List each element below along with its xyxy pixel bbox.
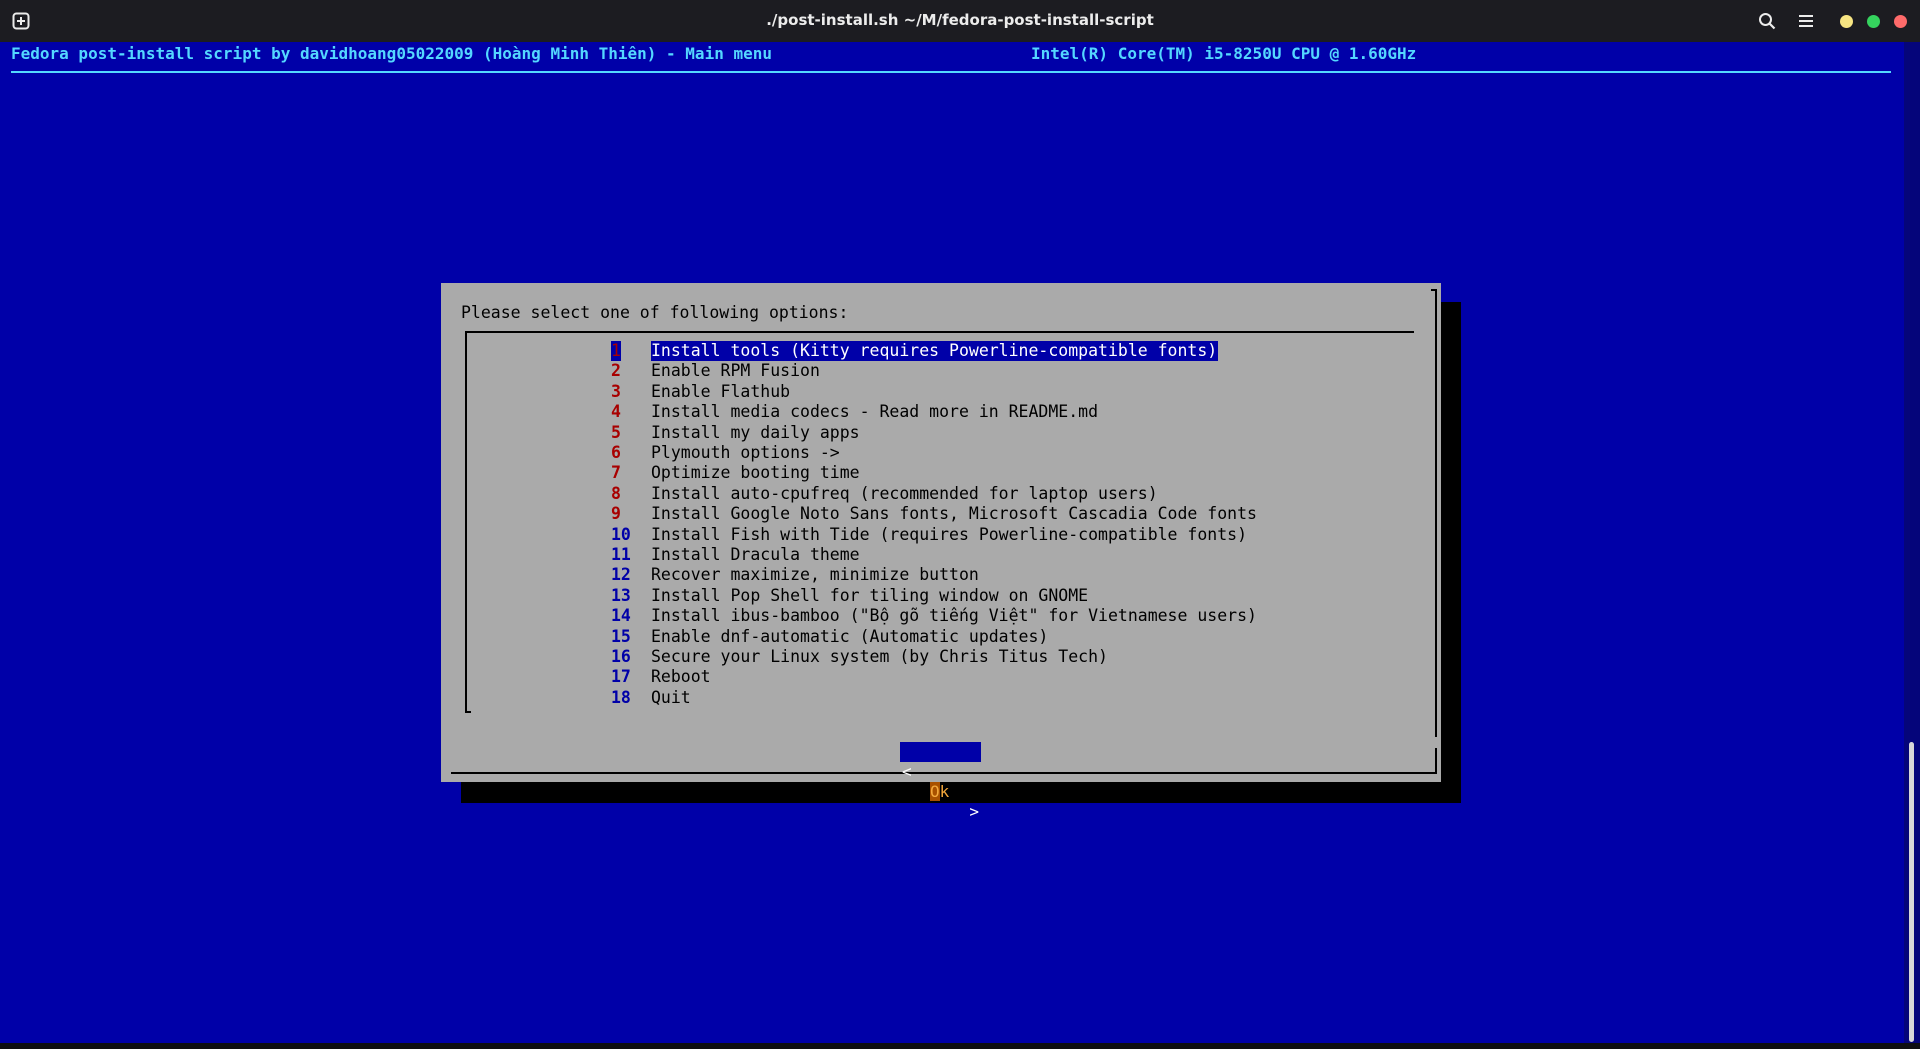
menu-item-number: 7	[611, 463, 621, 483]
menu-box-corner	[465, 711, 471, 713]
menu-item-label: Install my daily apps	[651, 422, 860, 442]
menu-item-number: 16	[611, 647, 631, 666]
ok-label-rest: k	[939, 782, 950, 801]
maximize-button[interactable]	[1867, 15, 1880, 28]
menu-item-label: Install ibus-bamboo ("Bộ gõ tiếng Việt" …	[651, 606, 1257, 626]
menu-item-number: 8	[611, 483, 621, 503]
dialog-border-right	[1435, 289, 1437, 737]
ok-label: Ok	[930, 782, 949, 802]
menu-item-label: Recover maximize, minimize button	[651, 565, 979, 585]
menu-item-number: 10	[611, 524, 631, 544]
menu-item-label: Install media codecs - Read more in READ…	[651, 402, 1099, 422]
backtitle-rule	[11, 71, 1891, 73]
backtitle: Fedora post-install script by davidhoang…	[11, 44, 772, 63]
menu-item-label: Install Google Noto Sans fonts, Microsof…	[651, 504, 1257, 524]
menu-item-number: 11	[611, 545, 631, 564]
main-menu-dialog: Please select one of following options: …	[441, 283, 1441, 821]
menu-item-number: 15	[611, 626, 631, 646]
window-bottom-edge	[0, 1043, 1920, 1049]
dialog-border-bottom-right	[1435, 748, 1437, 774]
search-icon[interactable]	[1758, 12, 1776, 30]
menu-item-number: 6	[611, 443, 621, 462]
hamburger-menu-icon[interactable]	[1797, 12, 1815, 30]
menu-item-label: Install auto-cpufreq (recommended for la…	[651, 483, 1158, 503]
menu-item-number: 5	[611, 422, 621, 442]
menu-item-number: 9	[611, 504, 621, 524]
menu-item-number: 4	[611, 402, 621, 422]
menu-item-number: 2	[611, 361, 621, 381]
ok-left-bracket: <	[902, 762, 912, 781]
dialog-border-bottom	[451, 772, 1437, 774]
cpu-info: Intel(R) Core(TM) i5-8250U CPU @ 1.60GHz	[1031, 44, 1417, 63]
menu-item-label: Install Fish with Tide (requires Powerli…	[651, 524, 1248, 544]
minimize-button[interactable]	[1840, 15, 1853, 28]
window-title: ./post-install.sh ~/M/fedora-post-instal…	[766, 11, 1154, 29]
menu-item-label: Quit	[651, 687, 691, 707]
menu-list-box: 1 Install tools (Kitty requires Powerline…	[465, 331, 1414, 713]
menu-item-number: 14	[611, 606, 631, 626]
close-button[interactable]	[1894, 15, 1907, 28]
menu-item-label: Install Dracula theme	[651, 545, 860, 564]
menu-item-number: 17	[611, 667, 631, 687]
menu-item-label: Reboot	[651, 667, 711, 687]
dialog-prompt: Please select one of following options:	[461, 303, 849, 322]
menu-item-number: 12	[611, 565, 631, 585]
menu-item-number: 1	[611, 341, 621, 361]
scrollbar-thumb[interactable]	[1909, 742, 1914, 1042]
menu-item-label: Enable dnf-automatic (Automatic updates)	[651, 626, 1049, 646]
menu-item-label: Plymouth options ->	[651, 443, 840, 462]
window-titlebar: ./post-install.sh ~/M/fedora-post-instal…	[0, 0, 1920, 42]
ok-button[interactable]: < Ok >	[900, 742, 981, 821]
menu-item-number: 13	[611, 585, 631, 605]
menu-item-label: Secure your Linux system (by Chris Titus…	[651, 647, 1108, 666]
ok-right-bracket: >	[969, 802, 979, 821]
menu-item-number: 3	[611, 381, 621, 401]
ok-label-hotkey: O	[930, 782, 940, 801]
menu-item-label: Optimize booting time	[651, 463, 860, 483]
terminal-scrollbar[interactable]	[1904, 42, 1920, 1043]
menu-item-label: Enable Flathub	[651, 381, 791, 401]
menu-item-label: Enable RPM Fusion	[651, 361, 820, 381]
menu-item-number: 18	[611, 687, 631, 707]
menu-item-label: Install Pop Shell for tiling window on G…	[651, 585, 1089, 605]
menu-item-label: Install tools (Kitty requires Powerline-…	[651, 341, 1219, 361]
